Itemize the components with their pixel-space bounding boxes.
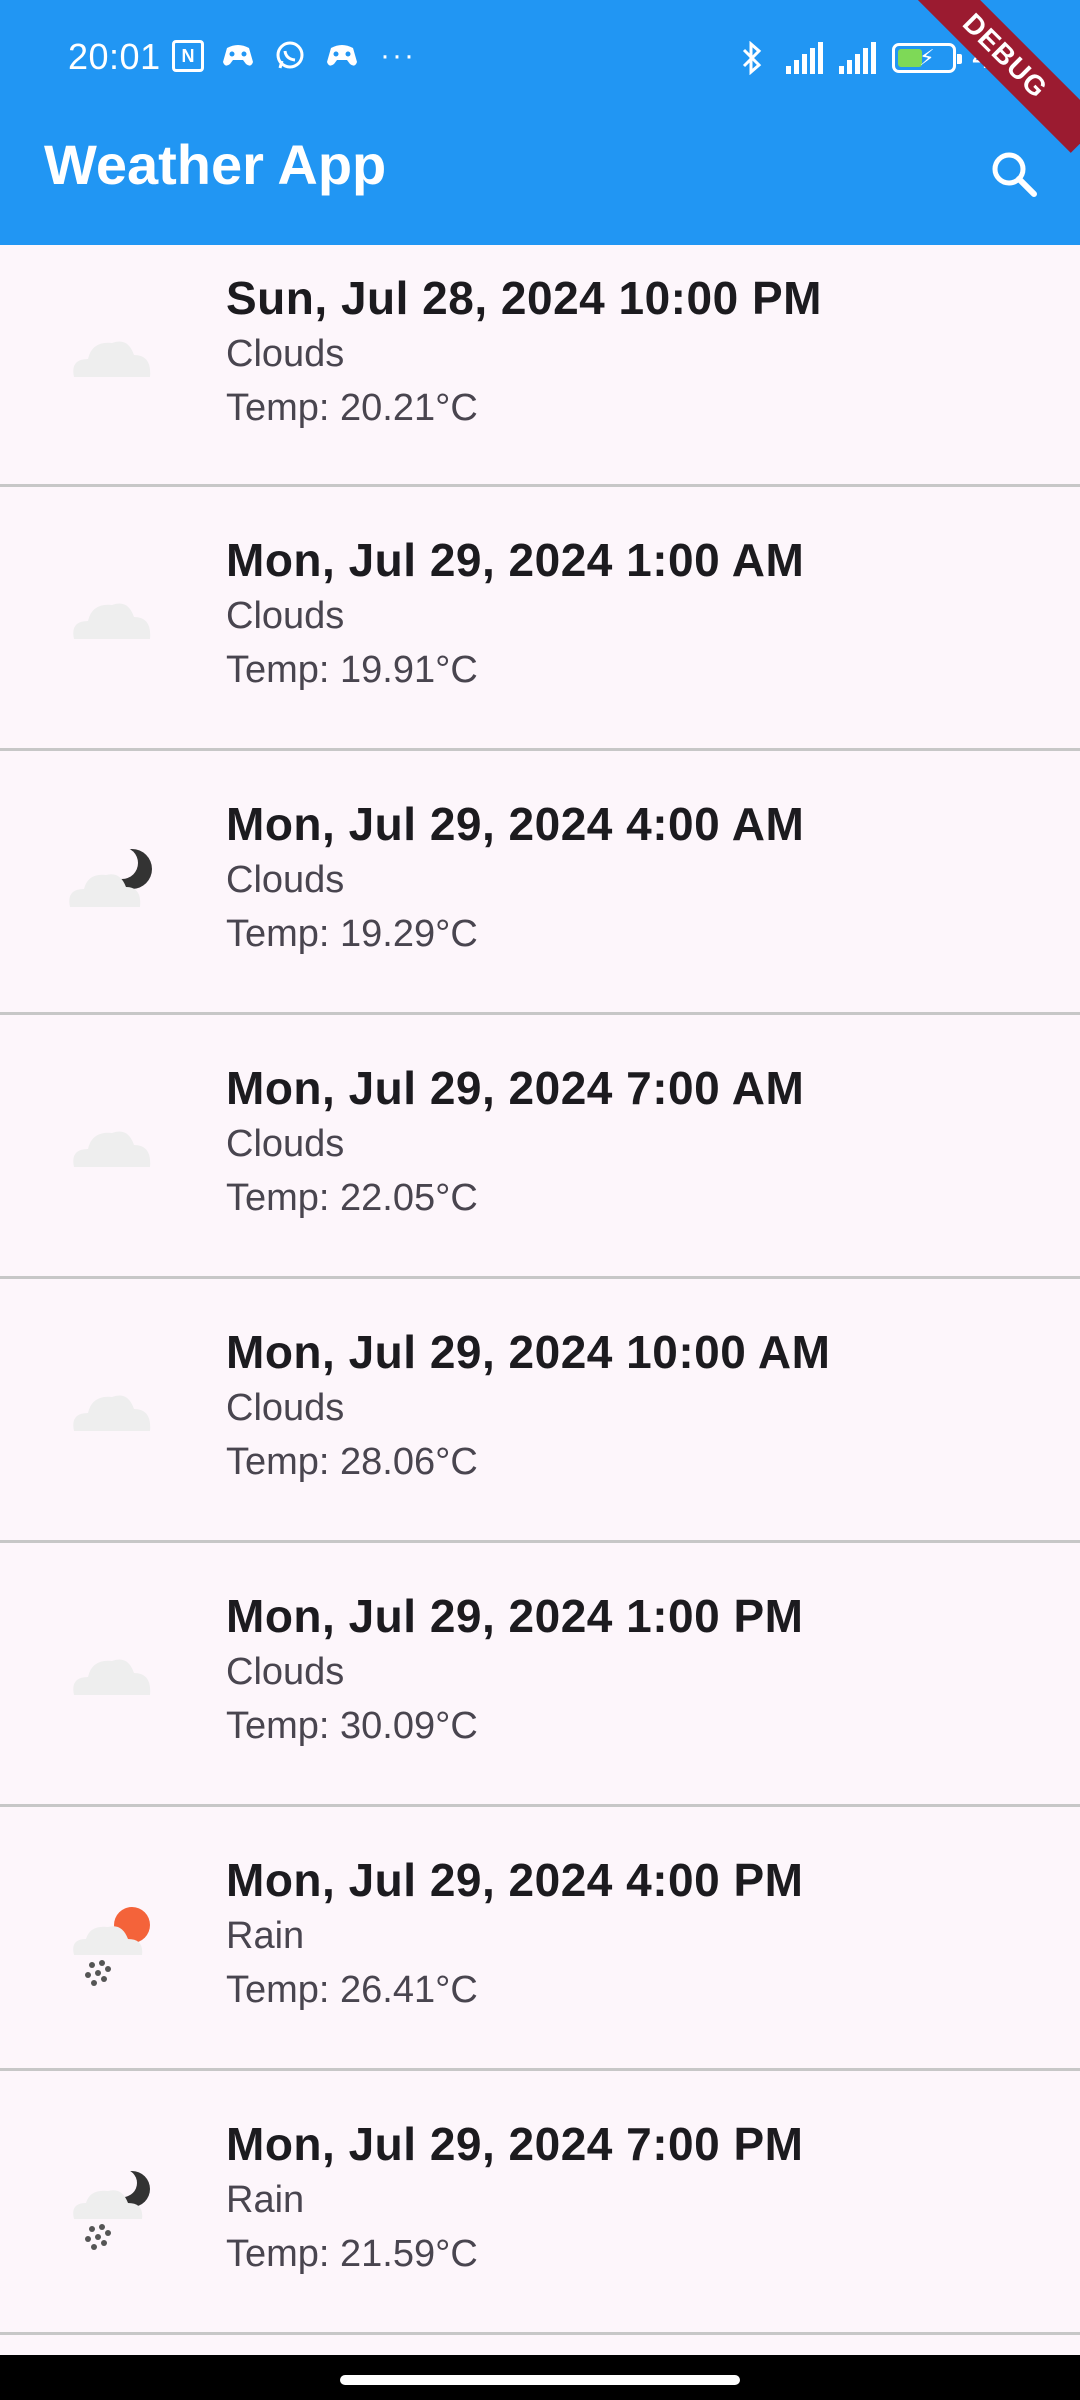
- status-bar: 20:01 N ··· ⚡: [0, 0, 1080, 118]
- forecast-condition: Clouds: [226, 859, 345, 901]
- cloud-moon-icon: [69, 847, 152, 907]
- notification-icons: N ···: [172, 39, 416, 72]
- forecast-temp: Temp: 19.91°C: [226, 649, 478, 691]
- page-title: Weather App: [44, 133, 387, 196]
- list-item[interactable]: Mon, Jul 29, 2024 4:00 AM Clouds Temp: 1…: [0, 751, 1080, 1015]
- gesture-handle[interactable]: [340, 2375, 740, 2385]
- rain-sun-icon: [73, 1907, 150, 1986]
- forecast-temp: Temp: 22.05°C: [226, 1177, 478, 1219]
- forecast-datetime: Mon, Jul 29, 2024 4:00 AM: [226, 798, 805, 850]
- list-item[interactable]: Mon, Jul 29, 2024 4:00 PM Rain Temp: 26.…: [0, 1807, 1080, 2071]
- bluetooth-icon: [734, 40, 770, 75]
- weather-app-screen: 20:01 N ··· ⚡ Weather App DEBUG Sun, Jul…: [0, 0, 1080, 2400]
- search-icon: [992, 152, 1037, 197]
- signal-icon: [786, 41, 824, 74]
- search-button[interactable]: [980, 140, 1048, 208]
- cloud-icon: [73, 603, 151, 639]
- forecast-datetime: Mon, Jul 29, 2024 7:00 PM: [226, 2118, 804, 2170]
- cloud-icon: [73, 1659, 151, 1695]
- forecast-temp: Temp: 28.06°C: [226, 1441, 478, 1483]
- whatsapp-icon: [272, 41, 308, 71]
- signal-icon: [839, 41, 877, 74]
- forecast-condition: Rain: [226, 2179, 305, 2221]
- list-item[interactable]: Mon, Jul 29, 2024 1:00 AM Clouds Temp: 1…: [0, 487, 1080, 751]
- cloud-icon: [73, 1131, 151, 1167]
- forecast-datetime: Mon, Jul 29, 2024 1:00 AM: [226, 534, 805, 586]
- app-bar: Weather App: [0, 118, 1080, 245]
- game-controller-icon: [324, 41, 360, 71]
- forecast-condition: Clouds: [226, 595, 345, 637]
- cloud-icon: [73, 341, 151, 377]
- system-nav-bar: [0, 2355, 1080, 2400]
- list-item[interactable]: Mon, Jul 29, 2024 10:00 AM Clouds Temp: …: [0, 1279, 1080, 1543]
- forecast-condition: Clouds: [226, 333, 345, 375]
- forecast-datetime: Sun, Jul 28, 2024 10:00 PM: [226, 272, 822, 324]
- forecast-temp: Temp: 30.09°C: [226, 1705, 478, 1747]
- forecast-datetime: Mon, Jul 29, 2024 7:00 AM: [226, 1062, 805, 1114]
- list-item[interactable]: Mon, Jul 29, 2024 1:00 PM Clouds Temp: 3…: [0, 1543, 1080, 1807]
- list-item[interactable]: Mon, Jul 29, 2024 7:00 PM Rain Temp: 21.…: [0, 2071, 1080, 2335]
- forecast-datetime: Mon, Jul 29, 2024 4:00 PM: [226, 1854, 804, 1906]
- battery-charging-icon: ⚡: [892, 42, 963, 73]
- forecast-temp: Temp: 26.41°C: [226, 1969, 478, 2011]
- forecast-temp: Temp: 20.21°C: [226, 387, 478, 429]
- game-controller-icon: [220, 41, 256, 71]
- forecast-temp: Temp: 21.59°C: [226, 2233, 478, 2275]
- forecast-list[interactable]: Sun, Jul 28, 2024 10:00 PM Clouds Temp: …: [0, 245, 1080, 2355]
- more-dots-icon: ···: [380, 39, 416, 72]
- forecast-condition: Clouds: [226, 1651, 345, 1693]
- forecast-temp: Temp: 19.29°C: [226, 913, 478, 955]
- rain-moon-icon: [73, 2169, 150, 2250]
- cloud-icon: [73, 1395, 151, 1431]
- forecast-condition: Clouds: [226, 1387, 345, 1429]
- forecast-datetime: Mon, Jul 29, 2024 10:00 AM: [226, 1326, 831, 1378]
- forecast-condition: Rain: [226, 1915, 305, 1957]
- nfc-icon: N: [172, 40, 204, 72]
- forecast-datetime: Mon, Jul 29, 2024 1:00 PM: [226, 1590, 804, 1642]
- list-item[interactable]: Sun, Jul 28, 2024 10:00 PM Clouds Temp: …: [0, 245, 1080, 487]
- forecast-condition: Clouds: [226, 1123, 345, 1165]
- list-item[interactable]: Mon, Jul 29, 2024 7:00 AM Clouds Temp: 2…: [0, 1015, 1080, 1279]
- status-time: 20:01: [68, 36, 161, 77]
- top-bar: 20:01 N ··· ⚡ Weather App DEBUG: [0, 0, 1080, 245]
